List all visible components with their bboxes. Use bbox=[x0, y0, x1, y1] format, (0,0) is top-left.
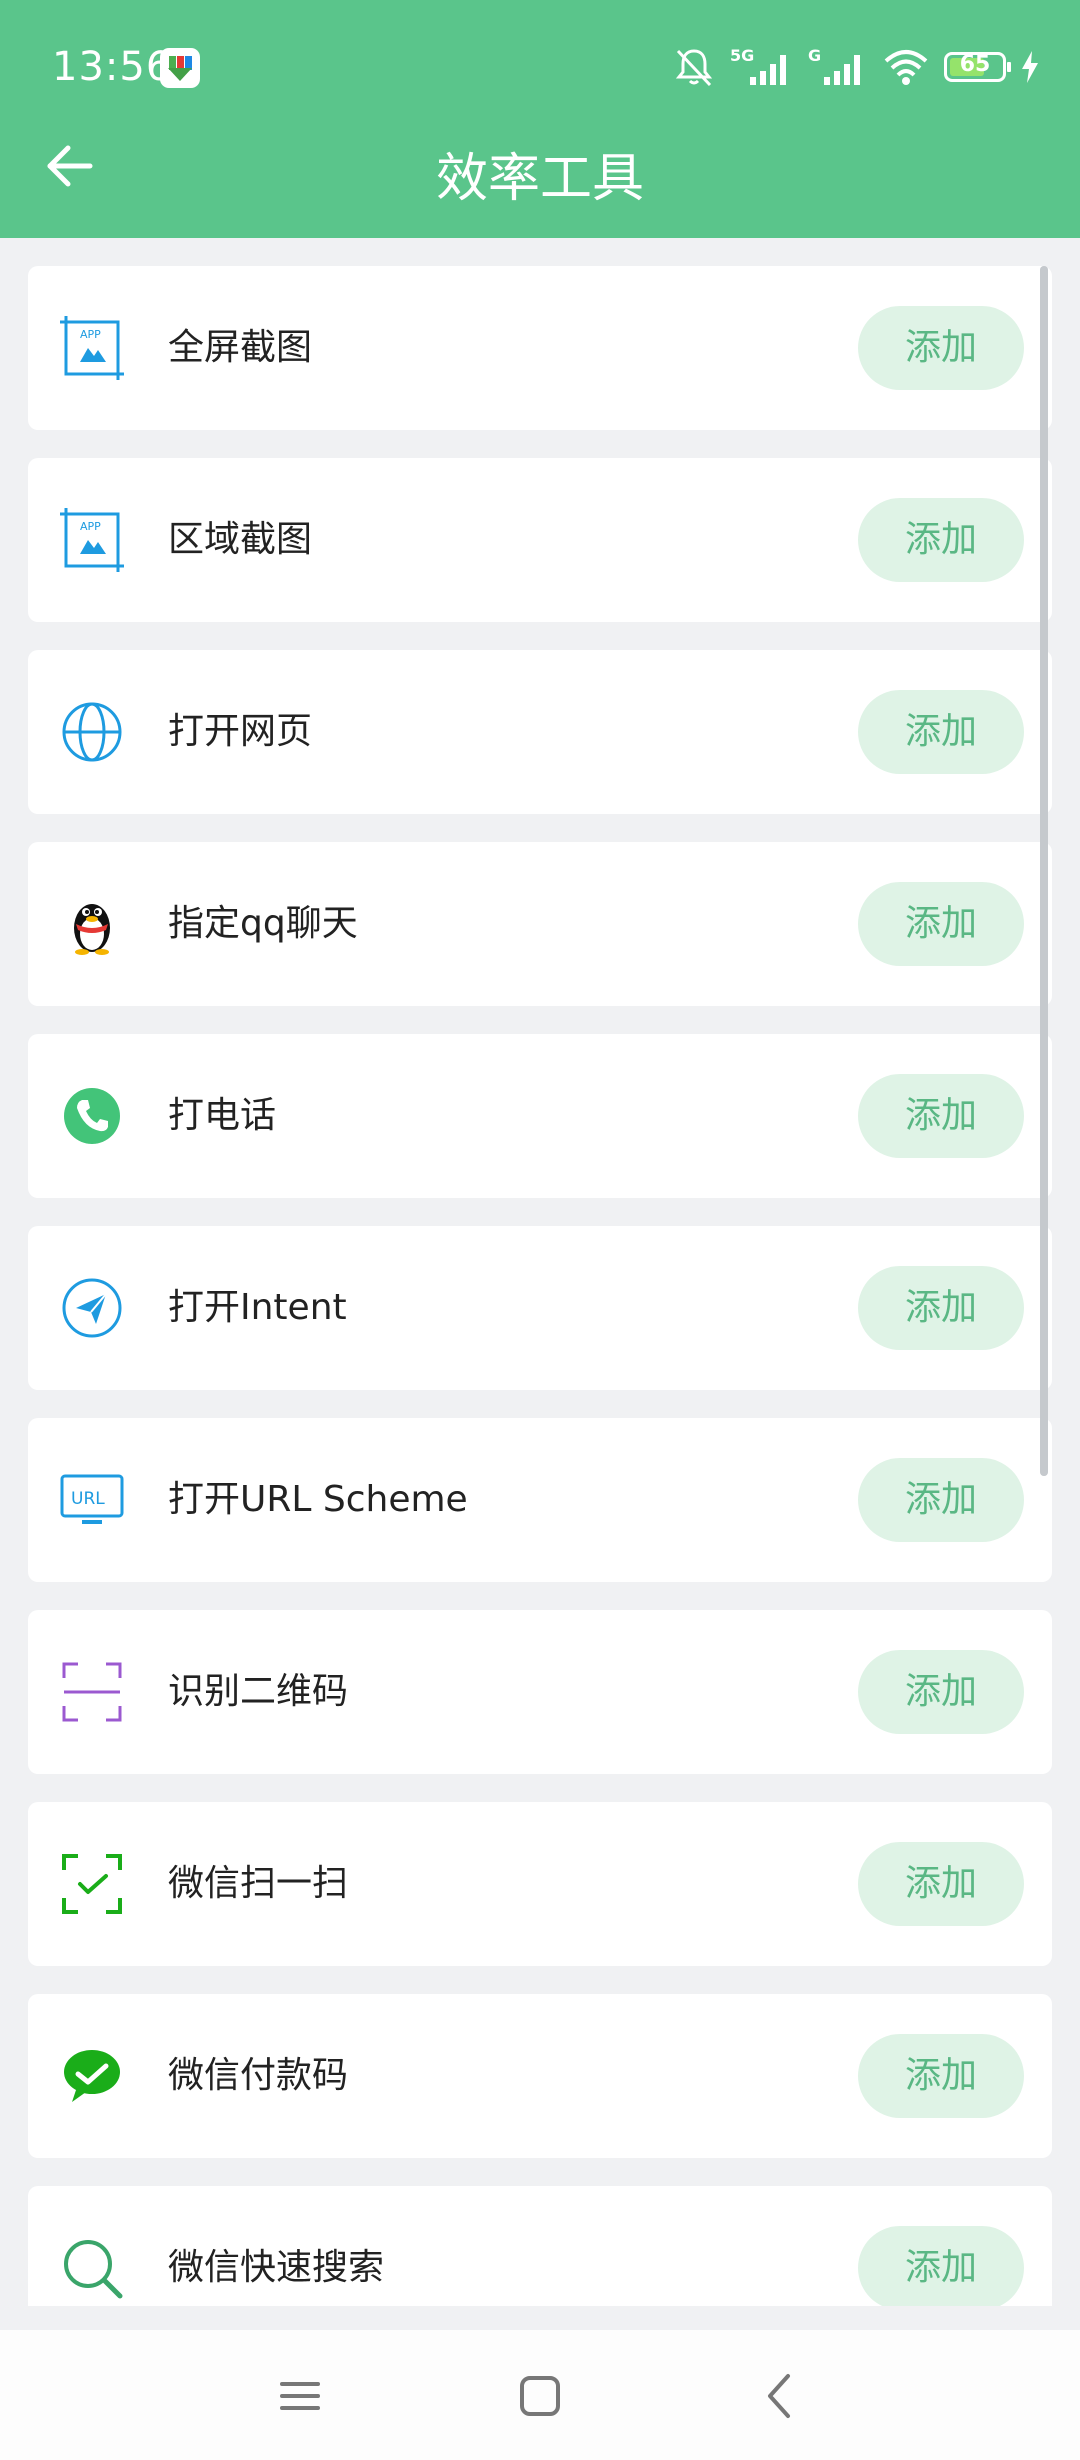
paper-plane-icon bbox=[62, 1278, 122, 1338]
add-button[interactable]: 添加 bbox=[858, 882, 1024, 966]
wechat-scan-icon bbox=[62, 1854, 122, 1914]
item-label: 区域截图 bbox=[168, 519, 313, 560]
wifi-icon bbox=[884, 50, 928, 85]
add-button[interactable]: 添加 bbox=[858, 498, 1024, 582]
item-label: 指定qq聊天 bbox=[168, 903, 358, 944]
globe-icon bbox=[62, 702, 122, 762]
app-bar: 13:56 5G G 65 效率工具 bbox=[0, 0, 1080, 238]
scrollbar-thumb[interactable] bbox=[1040, 266, 1048, 1476]
list-item: 打开Intent 添加 bbox=[28, 1226, 1052, 1390]
url-monitor-icon: URL bbox=[60, 1474, 124, 1524]
item-label: 微信付款码 bbox=[168, 2055, 349, 2096]
list-item: 打开网页 添加 bbox=[28, 650, 1052, 814]
charging-bolt-icon bbox=[1022, 51, 1038, 83]
scrollbar[interactable] bbox=[1040, 266, 1048, 1476]
search-icon bbox=[64, 2240, 123, 2299]
battery-icon: 65 bbox=[944, 52, 1011, 82]
item-label: 微信快速搜索 bbox=[168, 2247, 385, 2288]
mute-bell-icon bbox=[675, 49, 713, 87]
status-icons: 5G G 65 bbox=[672, 42, 1040, 92]
svg-text:URL: URL bbox=[71, 1489, 105, 1509]
list-item: 微信扫一扫 添加 bbox=[28, 1802, 1052, 1966]
add-button[interactable]: 添加 bbox=[858, 1074, 1024, 1158]
scan-frame-icon bbox=[62, 1662, 122, 1722]
screenshot-icon: APP bbox=[60, 316, 124, 380]
list-item: 微信付款码 添加 bbox=[28, 1994, 1052, 2158]
list-item: APP 区域截图 添加 bbox=[28, 458, 1052, 622]
add-button[interactable]: 添加 bbox=[858, 1650, 1024, 1734]
status-time: 13:56 bbox=[52, 44, 173, 90]
signal-5g-icon: 5G bbox=[730, 46, 786, 85]
add-button[interactable]: 添加 bbox=[858, 306, 1024, 390]
item-label: 打开网页 bbox=[168, 711, 313, 752]
item-label: 全屏截图 bbox=[168, 327, 313, 368]
add-button[interactable]: 添加 bbox=[858, 2226, 1024, 2306]
item-label: 打开URL Scheme bbox=[168, 1479, 468, 1520]
qq-penguin-icon bbox=[74, 904, 110, 955]
menu-icon[interactable] bbox=[270, 2366, 330, 2426]
tool-list[interactable]: APP 全屏截图 添加 APP 区域截图 添加 打开网页 添加 指定qq聊天 添… bbox=[28, 266, 1052, 2306]
item-label: 识别二维码 bbox=[168, 1671, 349, 1712]
list-item: 微信快速搜索 添加 bbox=[28, 2186, 1052, 2306]
list-item: 指定qq聊天 添加 bbox=[28, 842, 1052, 1006]
item-label: 微信扫一扫 bbox=[168, 1863, 349, 1904]
signal-g-icon: G bbox=[808, 46, 860, 85]
status-bar: 13:56 5G G 65 bbox=[0, 0, 1080, 135]
list-item: 识别二维码 添加 bbox=[28, 1610, 1052, 1774]
item-label: 打电话 bbox=[168, 1095, 277, 1136]
svg-text:APP: APP bbox=[80, 520, 101, 533]
add-button[interactable]: 添加 bbox=[858, 2034, 1024, 2118]
battery-level: 65 bbox=[959, 52, 991, 77]
svg-text:G: G bbox=[808, 46, 821, 65]
list-item: 打电话 添加 bbox=[28, 1034, 1052, 1198]
svg-text:APP: APP bbox=[80, 328, 101, 341]
system-nav-bar bbox=[0, 2330, 1080, 2460]
svg-text:5G: 5G bbox=[730, 46, 754, 65]
add-button[interactable]: 添加 bbox=[858, 1842, 1024, 1926]
wechat-pay-icon bbox=[64, 2050, 120, 2102]
add-button[interactable]: 添加 bbox=[858, 1458, 1024, 1542]
home-icon[interactable] bbox=[510, 2366, 570, 2426]
add-button[interactable]: 添加 bbox=[858, 1266, 1024, 1350]
app-notification-icon bbox=[160, 48, 200, 88]
list-item: APP 全屏截图 添加 bbox=[28, 266, 1052, 430]
list-item: URL 打开URL Scheme 添加 bbox=[28, 1418, 1052, 1582]
back-icon[interactable] bbox=[750, 2366, 810, 2426]
screenshot-icon: APP bbox=[60, 508, 124, 572]
item-label: 打开Intent bbox=[168, 1287, 347, 1328]
add-button[interactable]: 添加 bbox=[858, 690, 1024, 774]
page-title: 效率工具 bbox=[435, 149, 644, 209]
phone-icon bbox=[64, 1088, 120, 1144]
